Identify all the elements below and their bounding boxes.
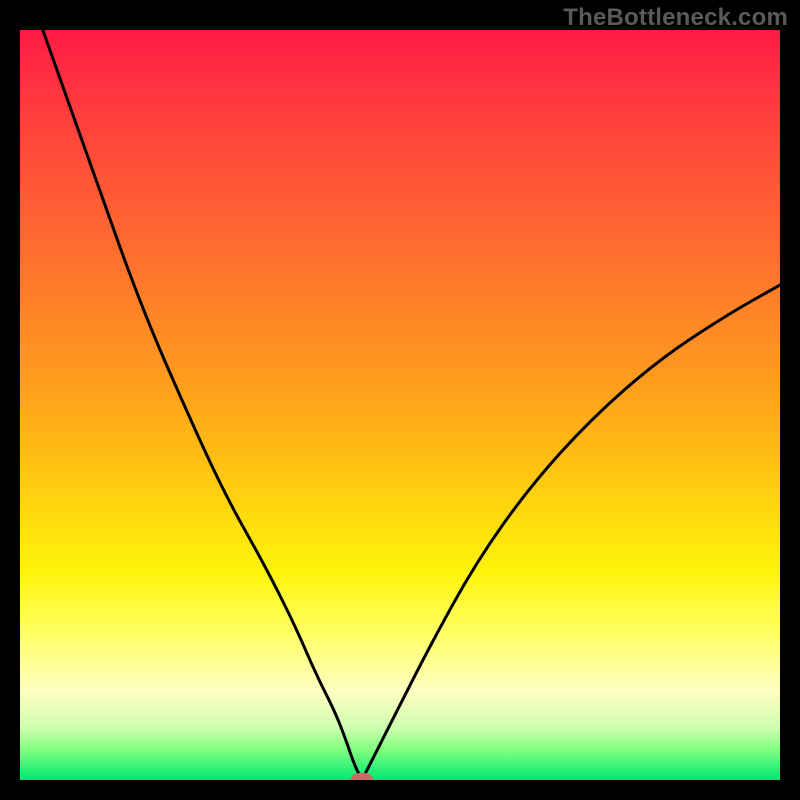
bottleneck-curve bbox=[20, 30, 780, 780]
chart-frame: TheBottleneck.com bbox=[0, 0, 800, 800]
optimum-marker bbox=[351, 773, 373, 780]
plot-area bbox=[20, 30, 780, 780]
watermark-text: TheBottleneck.com bbox=[563, 4, 788, 32]
